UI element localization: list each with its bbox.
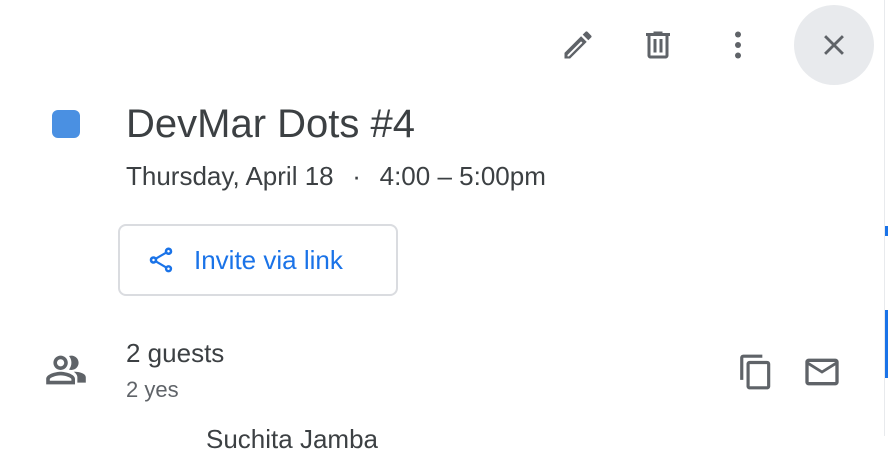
copy-icon — [740, 354, 771, 390]
invite-via-link-button[interactable]: Invite via link — [118, 224, 398, 296]
people-icon — [46, 355, 86, 385]
guests-count: 2 guests — [126, 338, 225, 368]
event-date: Thursday, April 18 — [126, 161, 334, 191]
email-guests-button[interactable] — [796, 346, 848, 398]
event-datetime: Thursday, April 18 · 4:00 – 5:00pm — [126, 160, 546, 192]
trash-icon — [646, 31, 670, 59]
datetime-separator: · — [352, 161, 361, 191]
edit-button[interactable] — [538, 5, 618, 85]
close-icon — [824, 35, 844, 55]
more-options-button[interactable] — [698, 5, 778, 85]
more-vert-icon — [735, 31, 741, 59]
email-icon — [805, 358, 839, 386]
delete-button[interactable] — [618, 5, 698, 85]
copy-guests-button[interactable] — [730, 346, 782, 398]
event-time: 4:00 – 5:00pm — [379, 161, 546, 191]
close-button[interactable] — [794, 5, 874, 85]
event-color-swatch — [52, 110, 80, 138]
guests-rsvp-summary: 2 yes — [126, 377, 179, 402]
pencil-icon — [564, 31, 592, 59]
event-title: DevMar Dots #4 — [126, 102, 415, 146]
invite-via-link-label: Invite via link — [194, 244, 343, 275]
guest-name-cutoff: Suchita Jamba — [206, 424, 378, 454]
share-icon — [149, 247, 173, 273]
